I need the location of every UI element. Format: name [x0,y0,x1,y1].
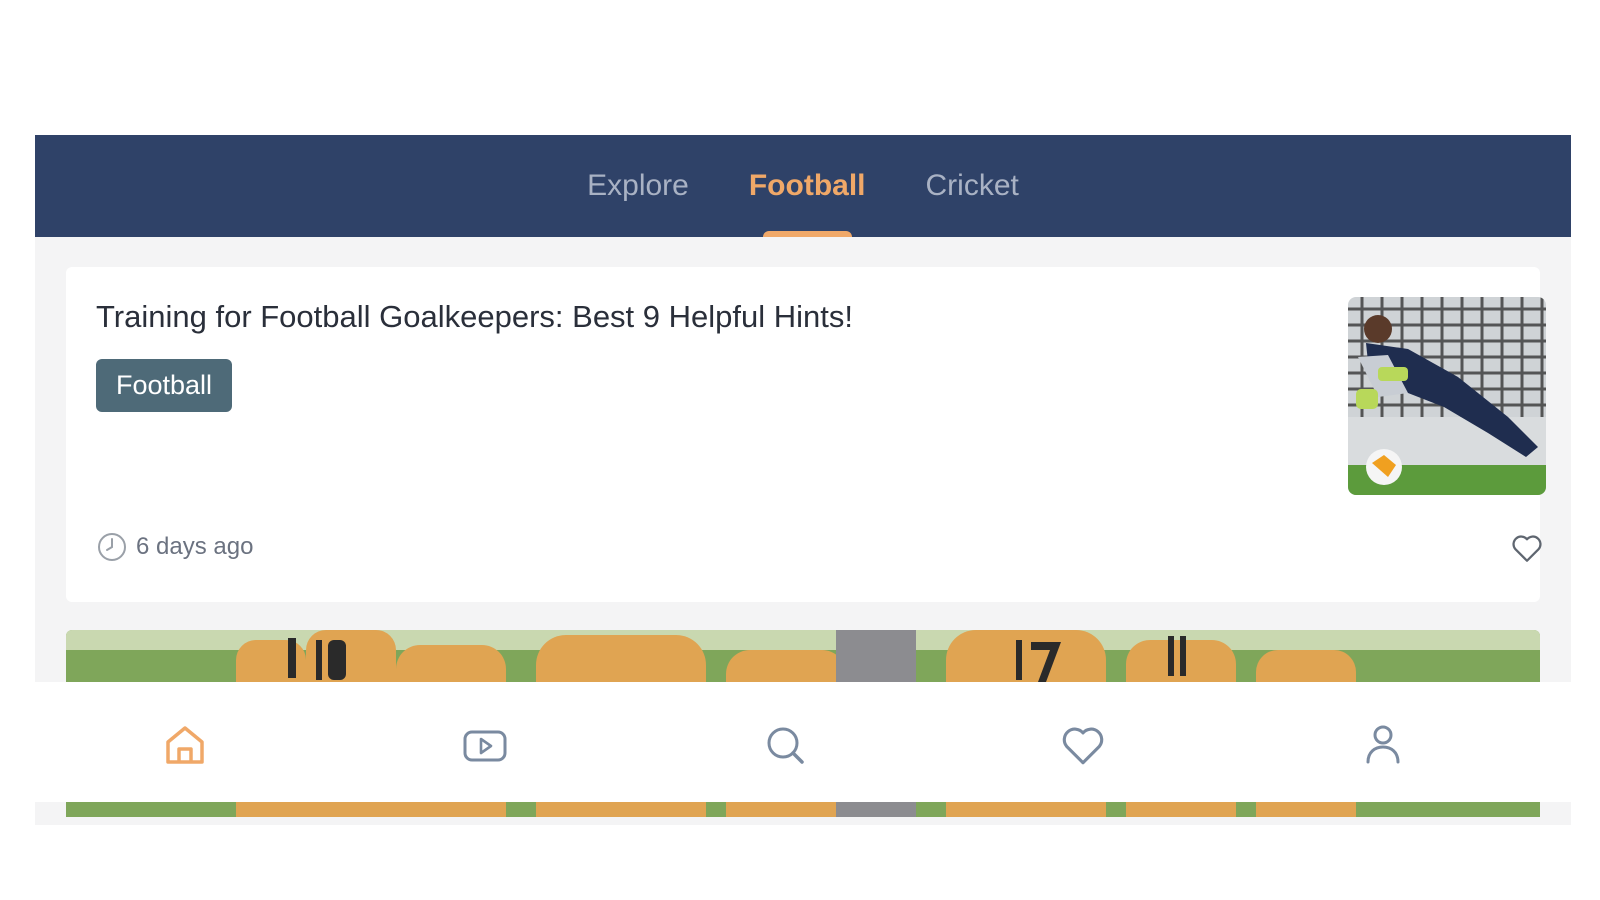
favorite-button[interactable] [1509,530,1545,566]
goalkeeper-photo [1348,297,1546,495]
home-icon [166,726,204,764]
tab-list: Explore Football Cricket [35,135,1571,237]
top-tab-bar: Explore Football Cricket [35,135,1571,237]
nav-favorites[interactable] [1058,720,1108,770]
nav-videos[interactable] [460,720,510,770]
tab-cricket[interactable]: Cricket [896,135,1049,237]
search-icon [767,727,804,764]
user-icon [1366,725,1400,764]
bottom-navigation [0,682,1600,802]
article-title[interactable]: Training for Football Goalkeepers: Best … [96,299,853,335]
article-thumbnail[interactable] [1348,297,1546,495]
article-card[interactable]: Training for Football Goalkeepers: Best … [66,267,1546,602]
tab-explore[interactable]: Explore [557,135,719,237]
article-time: 6 days ago [136,533,254,560]
tab-football[interactable]: Football [719,135,896,237]
category-tag[interactable]: Football [96,359,233,412]
nav-home[interactable] [160,720,210,770]
play-icon [463,730,507,762]
heart-icon [1512,535,1542,562]
article-meta: 6 days ago [96,531,253,563]
heart-icon [1062,727,1104,765]
nav-search[interactable] [760,720,810,770]
nav-profile[interactable] [1358,720,1408,770]
clock-icon [98,533,126,561]
